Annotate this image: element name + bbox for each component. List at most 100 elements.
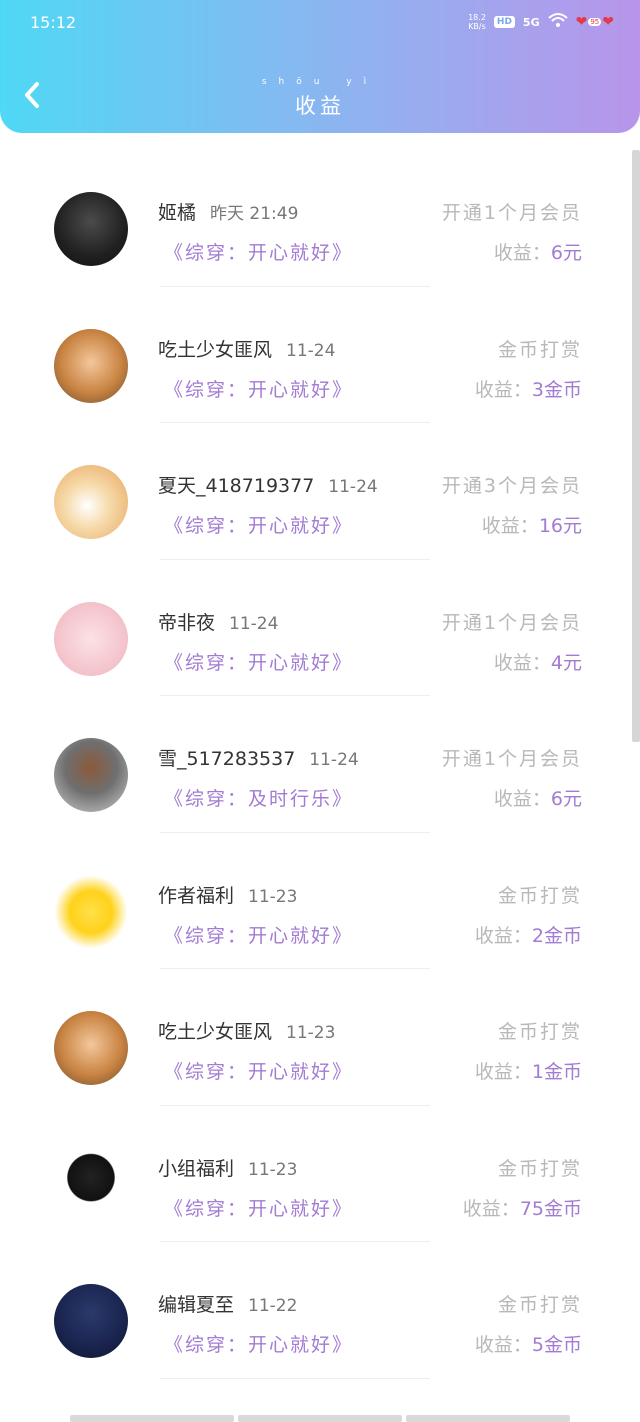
list-item[interactable]: 吃土少女匪风 11-23 《综穿：开心就好》 金币打赏收益：1金币 — [0, 969, 630, 1106]
net-speed-value: 18.2 — [468, 13, 486, 22]
avatar[interactable] — [54, 465, 128, 539]
page-title: 收益 — [295, 94, 345, 118]
user-name-line: 作者福利 11-23 — [158, 881, 297, 908]
avatar[interactable] — [54, 738, 128, 812]
earnings-list: 姬橘 昨天 21:49 《综穿：开心就好》 开通1个月会员 收益：6元 吃土少女匪风 11-… — [0, 150, 630, 1379]
user-name[interactable]: 姬橘 — [158, 202, 196, 224]
book-title[interactable]: 《综穿：开心就好》 — [164, 238, 353, 265]
net-speed: 18.2 KB/s — [468, 13, 486, 31]
avatar[interactable] — [54, 1011, 128, 1085]
user-name[interactable]: 作者福利 — [158, 885, 234, 907]
battery-level: 95 — [588, 18, 602, 26]
user-name-line: 帝非夜 11-24 — [158, 608, 278, 635]
avatar[interactable] — [54, 192, 128, 266]
avatar[interactable] — [54, 1147, 128, 1222]
user-name-line: 小组福利 11-23 — [158, 1154, 297, 1181]
earnings-label: 收益： — [493, 651, 551, 674]
user-name-line: 吃土少女匪风 11-24 — [158, 335, 335, 362]
signal-icon: 5G — [522, 15, 540, 29]
avatar[interactable] — [54, 328, 128, 403]
user-name[interactable]: 编辑夏至 — [158, 1294, 234, 1316]
book-title[interactable]: 《综穿：开心就好》 — [164, 1330, 353, 1357]
action-type: 开通1个月会员 — [441, 748, 582, 770]
wifi-icon — [547, 12, 568, 32]
book-title[interactable]: 《综穿：开心就好》 — [164, 375, 353, 402]
earnings-value: 6元 — [550, 242, 582, 264]
entry-date: 11-23 — [248, 886, 298, 907]
book-title[interactable]: 《综穿：开心就好》 — [164, 1194, 353, 1221]
bottom-indicator-segment — [406, 1415, 570, 1422]
page-title-pinyin: shōu yì — [261, 77, 379, 87]
earnings-label: 收益： — [481, 515, 539, 537]
earnings-line: 收益：6元 — [494, 238, 582, 265]
header-bar: 15:12 18.2 KB/s HD 5G ❤ 95 ❤ shōu yì 收益 — [0, 0, 640, 133]
earnings-line: 收益：4元 — [494, 648, 582, 675]
user-name-line: 姬橘 昨天 21:49 — [158, 198, 298, 225]
earnings-line: 收益：75金币 — [463, 1194, 582, 1221]
book-title[interactable]: 《综穿：开心就好》 — [164, 1057, 353, 1084]
user-name-line: 夏天_418719377 11-24 — [158, 471, 378, 498]
list-item[interactable]: 吃土少女匪风 11-24 《综穿：开心就好》 金币打赏收益：3金币 — [0, 287, 630, 423]
list-item[interactable]: 编辑夏至 11-22 《综穿：开心就好》 金币打赏收益：5金币 — [0, 1242, 630, 1379]
user-name[interactable]: 帝非夜 — [158, 612, 215, 634]
earnings-value: 4元 — [550, 651, 582, 674]
earnings-value: 1金币 — [531, 1061, 582, 1083]
user-name[interactable]: 小组福利 — [158, 1158, 234, 1180]
entry-date: 11-24 — [229, 613, 279, 634]
action-type: 金币打赏 — [497, 1294, 582, 1316]
earnings-label: 收益： — [493, 242, 551, 264]
user-name[interactable]: 雪_517283537 — [158, 748, 295, 770]
bottom-indicator-segment — [70, 1415, 234, 1422]
earnings-line: 收益：5金币 — [475, 1330, 582, 1357]
list-item[interactable]: 夏天_418719377 11-24 《综穿：开心就好》 开通3个月会员 收益：16元 — [0, 423, 630, 560]
avatar[interactable] — [54, 601, 128, 676]
earnings-value: 6元 — [550, 788, 582, 810]
book-title[interactable]: 《综穿：开心就好》 — [164, 921, 353, 948]
entry-date: 11-24 — [328, 477, 378, 497]
user-name[interactable]: 吃土少女匪风 — [158, 339, 272, 361]
user-name-line: 雪_517283537 11-24 — [158, 744, 359, 771]
user-name-line: 吃土少女匪风 11-23 — [158, 1017, 335, 1044]
status-icons: 18.2 KB/s HD 5G ❤ 95 ❤ — [468, 12, 614, 32]
action-type: 金币打赏 — [497, 1021, 582, 1043]
entry-date: 11-23 — [248, 1159, 298, 1180]
book-title[interactable]: 《综穿：开心就好》 — [164, 648, 353, 675]
action-type: 金币打赏 — [497, 1157, 582, 1180]
list-item[interactable]: 作者福利 11-23 《综穿：开心就好》 金币打赏收益：2金币 — [0, 833, 630, 969]
scrollbar[interactable] — [632, 150, 640, 742]
action-type: 金币打赏 — [497, 338, 582, 361]
action-type: 开通3个月会员 — [441, 475, 582, 497]
avatar[interactable] — [54, 874, 128, 949]
earnings-value: 2金币 — [531, 924, 582, 947]
entry-date: 11-22 — [248, 1296, 298, 1316]
entry-date: 11-23 — [286, 1023, 336, 1043]
earnings-label: 收益： — [474, 378, 532, 401]
action-type: 开通1个月会员 — [441, 611, 582, 634]
user-name[interactable]: 吃土少女匪风 — [158, 1021, 272, 1043]
earnings-value: 16元 — [538, 515, 582, 537]
earnings-label: 收益： — [474, 1061, 532, 1083]
earnings-label: 收益： — [474, 1334, 532, 1356]
earnings-label: 收益： — [462, 1197, 520, 1220]
status-bar: 15:12 18.2 KB/s HD 5G ❤ 95 ❤ — [0, 0, 640, 44]
list-item[interactable]: 小组福利 11-23 《综穿：开心就好》 金币打赏收益：75金币 — [0, 1106, 630, 1242]
list-item[interactable]: 雪_517283537 11-24 《综穿：及时行乐》 开通1个月会员收益：6元 — [0, 696, 630, 833]
earnings-line: 收益：2金币 — [475, 921, 582, 948]
battery-hearts-icon: ❤ 95 ❤ — [575, 14, 614, 30]
list-item[interactable]: 帝非夜 11-24 《综穿：开心就好》 开通1个月会员收益：4元 — [0, 560, 630, 696]
avatar[interactable] — [54, 1284, 128, 1358]
action-type: 金币打赏 — [497, 884, 582, 907]
entry-date: 11-24 — [309, 750, 359, 770]
bottom-indicator — [70, 1415, 570, 1422]
earnings-line: 收益：16元 — [482, 511, 582, 538]
user-name-line: 编辑夏至 11-22 — [158, 1290, 297, 1317]
book-title[interactable]: 《综穿：开心就好》 — [164, 511, 353, 538]
earnings-line: 收益：3金币 — [475, 375, 582, 402]
earnings-value: 3金币 — [531, 378, 582, 401]
list-item[interactable]: 姬橘 昨天 21:49 《综穿：开心就好》 开通1个月会员 收益：6元 — [0, 150, 630, 287]
user-name[interactable]: 夏天_418719377 — [158, 475, 314, 497]
book-title[interactable]: 《综穿：及时行乐》 — [164, 784, 353, 811]
net-speed-unit: KB/s — [468, 22, 486, 31]
earnings-line: 收益：6元 — [494, 784, 582, 811]
hd-icon: HD — [493, 16, 515, 28]
